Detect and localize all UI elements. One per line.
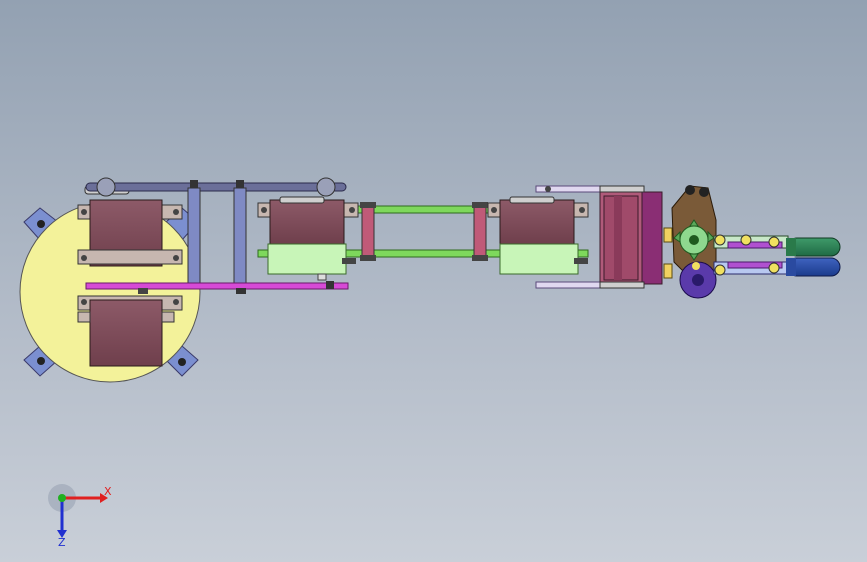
gripper-finger-lower[interactable] [786,257,841,277]
gripper-finger-upper[interactable] [786,237,841,257]
robot-arm-model[interactable] [0,0,867,562]
x-axis-label: X [104,485,112,498]
orientation-triad: X Z [48,484,112,549]
upper-arm-assembly[interactable] [257,185,641,289]
y-axis-point [58,494,66,502]
cad-viewport[interactable]: X Z [0,0,867,562]
z-axis-label: Z [58,536,66,549]
wrist-bracket[interactable] [599,185,673,289]
elbow-servo[interactable] [257,196,359,281]
gripper-assembly[interactable] [671,185,841,299]
wrist-servo[interactable] [487,196,589,275]
shoulder-spacer [187,187,247,289]
